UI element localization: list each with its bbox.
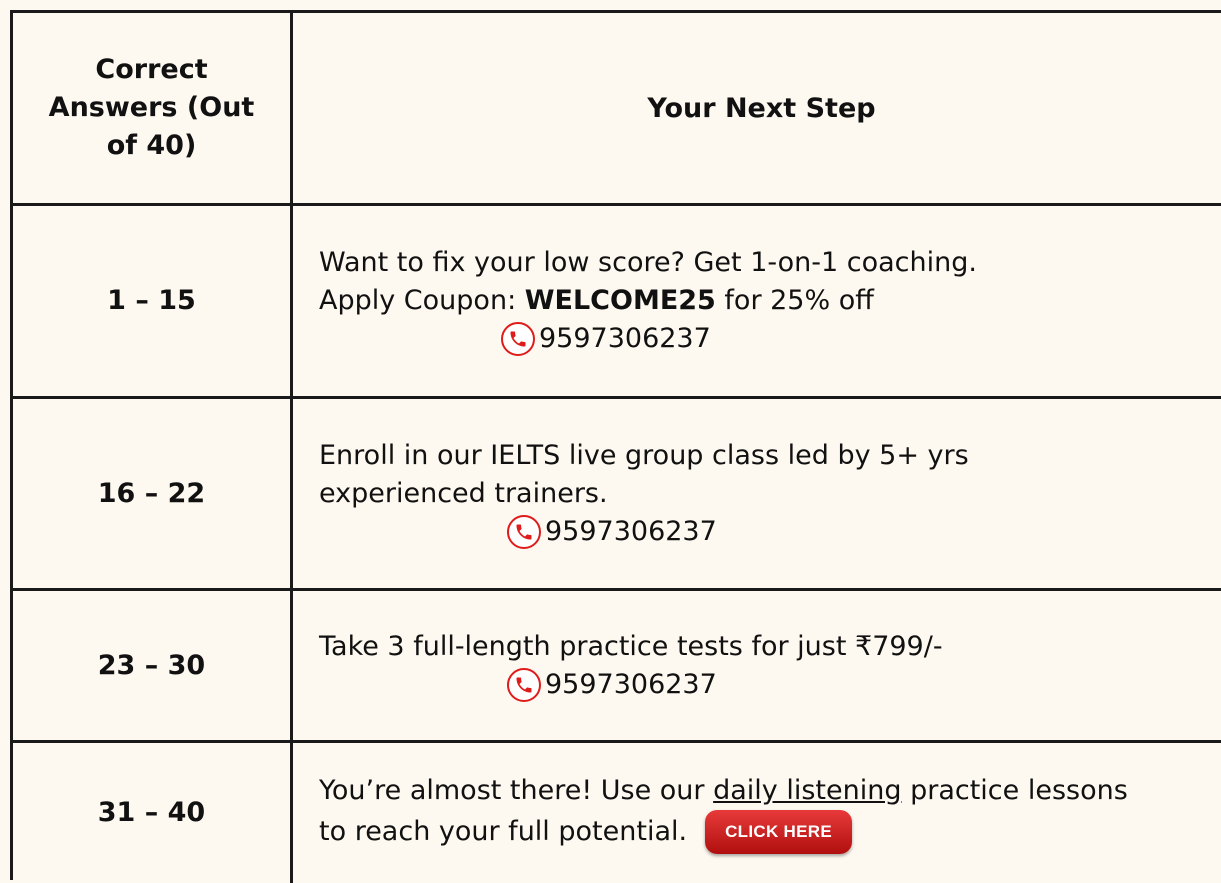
step-text: experienced trainers. [319,477,608,509]
header-correct-answers: Correct Answers (Out of 40) [48,54,255,161]
table-row: 16 – 22 Enroll in our IELTS live group c… [13,399,1221,591]
column-divider [290,13,293,203]
phone-number: 9597306237 [545,668,717,700]
step-text-suffix: practice lessons [901,775,1128,806]
next-step-table: Correct Answers (Out of 40) Your Next St… [10,10,1221,883]
next-step-cell: Want to fix your low score? Get 1-on-1 c… [293,206,1221,396]
coupon-line: Apply Coupon: WELCOME25 for 25% off [319,282,1221,320]
step-text: Enroll in our IELTS live group class led… [319,439,969,471]
table-row: 23 – 30 Take 3 full-length practice test… [13,591,1221,743]
table-header-row: Correct Answers (Out of 40) Your Next St… [13,13,1221,206]
phone-number: 9597306237 [539,323,711,354]
next-step-cell: You’re almost there! Use our daily liste… [293,743,1221,883]
phone-number: 9597306237 [545,515,717,547]
daily-listening-link[interactable]: daily listening [713,775,901,806]
coupon-code: WELCOME25 [524,285,716,316]
phone-contact[interactable]: 9597306237 [507,666,1221,704]
score-range: 16 – 22 [97,477,206,509]
phone-contact[interactable]: 9597306237 [501,320,1221,358]
click-here-button[interactable]: CLICK HERE [705,810,852,854]
table-row: 31 – 40 You’re almost there! Use our dai… [13,743,1221,883]
step-text: Take 3 full-length practice tests for ju… [319,630,943,662]
phone-icon [507,514,541,549]
step-text-prefix: You’re almost there! Use our [319,775,714,806]
step-text: Want to fix your low score? Get 1-on-1 c… [319,247,977,278]
score-range: 31 – 40 [97,797,206,828]
step-text-line: to reach your full potential. CLICK HERE [319,810,1221,854]
score-range: 23 – 30 [97,649,206,681]
header-next-step: Your Next Step [647,92,876,124]
next-step-cell: Enroll in our IELTS live group class led… [293,399,1221,588]
next-step-cell: Take 3 full-length practice tests for ju… [293,591,1221,740]
coupon-prefix: Apply Coupon: [319,285,525,316]
step-text: You’re almost there! Use our daily liste… [319,772,1221,810]
score-range: 1 – 15 [107,285,196,316]
phone-icon [501,322,535,356]
step-text: to reach your full potential. [319,816,688,847]
table-row: 1 – 15 Want to fix your low score? Get 1… [13,206,1221,399]
phone-icon [507,667,541,702]
phone-contact[interactable]: 9597306237 [507,513,1221,551]
coupon-suffix: for 25% off [715,285,874,316]
